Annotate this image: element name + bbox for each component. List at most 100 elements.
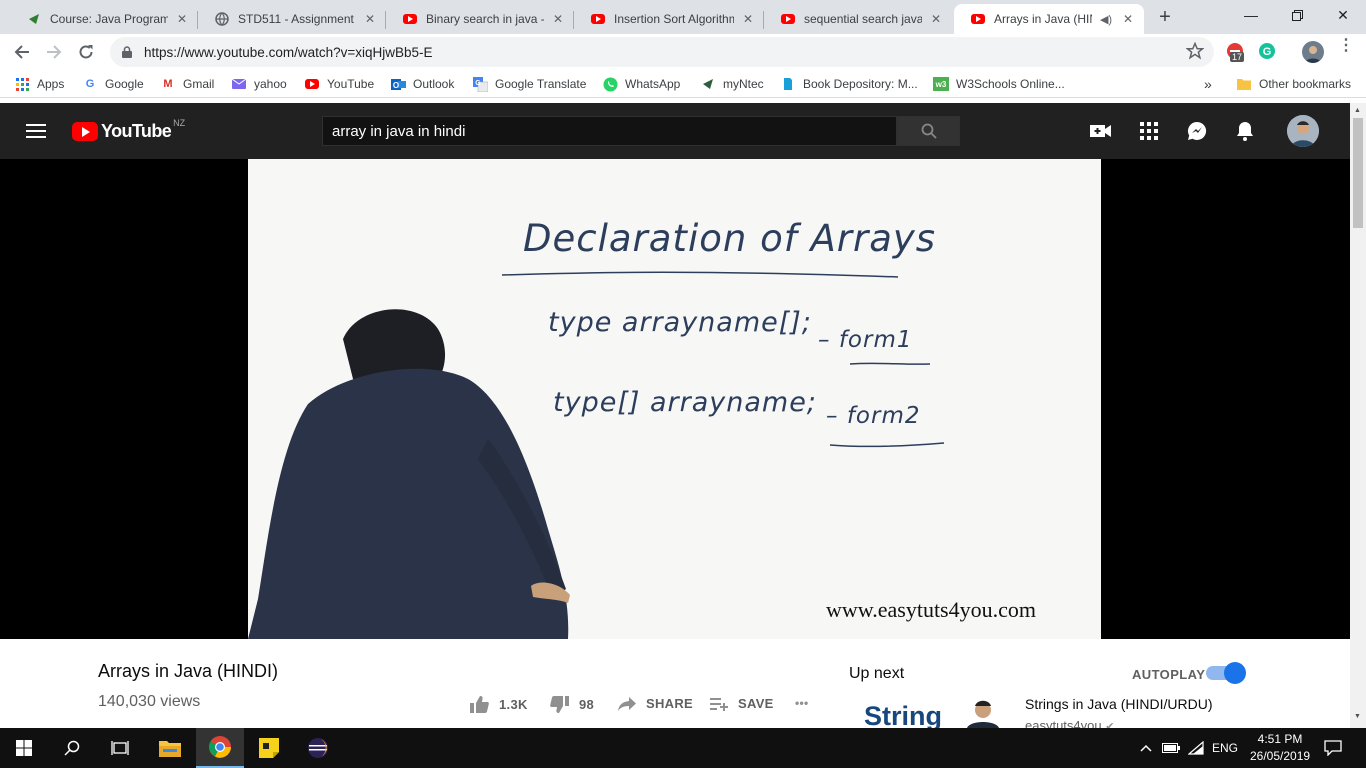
video-player[interactable]: Declaration of Arrays type arrayname[]; … [0, 159, 1350, 639]
forward-button[interactable] [40, 38, 68, 66]
close-tab-icon[interactable]: ✕ [928, 11, 944, 27]
youtube-wordmark: YouTube [101, 121, 172, 141]
next-video-title[interactable]: Strings in Java (HINDI/URDU) [1025, 696, 1212, 712]
board-line-2: type[] arrayname; [553, 387, 817, 418]
youtube-icon [304, 76, 320, 92]
save-button[interactable]: SAVE [710, 696, 774, 711]
video-frame-whiteboard: Declaration of Arrays type arrayname[]; … [248, 159, 1101, 639]
scroll-down-arrow[interactable]: ▼ [1354, 713, 1361, 720]
save-label: SAVE [738, 696, 774, 711]
youtube-icon [780, 11, 796, 27]
speaker-icon[interactable]: ◀) [1098, 11, 1114, 27]
tab-course-java[interactable]: Course: Java Programm ✕ [10, 4, 198, 34]
presenter-figure [248, 309, 570, 639]
url-text: https://www.youtube.com/watch?v=xiqHjwBb… [144, 44, 433, 60]
youtube-logo[interactable]: YouTube NZ [72, 118, 185, 142]
scroll-up-arrow[interactable]: ▲ [1354, 107, 1361, 114]
search-icon[interactable] [48, 728, 96, 768]
close-tab-icon[interactable]: ✕ [740, 11, 756, 27]
bookmark-w3schools[interactable]: w3 W3Schools Online... [933, 75, 1065, 93]
bookmark-whatsapp[interactable]: WhatsApp [602, 75, 680, 93]
outlook-icon: O [390, 76, 406, 92]
create-video-icon[interactable] [1089, 119, 1113, 143]
google-icon: G [85, 78, 95, 90]
next-video-thumbnail[interactable]: String [849, 697, 1017, 728]
account-avatar[interactable] [1287, 115, 1319, 147]
tab-sequential-search[interactable]: sequential search java - ✕ [764, 4, 952, 34]
hamburger-menu-icon[interactable] [24, 119, 48, 143]
extension-adblock-icon[interactable]: 17 [1226, 42, 1246, 62]
bookmark-outlook[interactable]: O Outlook [390, 75, 454, 93]
bookmark-myntec[interactable]: myNtec [700, 75, 764, 93]
scrollbar-thumb[interactable] [1353, 118, 1363, 228]
tab-std511-assignment[interactable]: STD511 - Assignment - ✕ [198, 4, 386, 34]
close-tab-icon[interactable]: ✕ [1120, 11, 1136, 27]
search-input[interactable]: array in java in hindi [322, 116, 897, 146]
wifi-icon[interactable] [1188, 728, 1204, 768]
search-button[interactable] [897, 116, 960, 146]
show-hidden-icons-chevron[interactable] [1140, 728, 1152, 768]
tab-title: Arrays in Java (HIN [994, 12, 1092, 26]
lock-icon[interactable] [122, 46, 132, 58]
bookmark-yahoo[interactable]: yahoo [231, 75, 287, 93]
bookmark-book-depository[interactable]: Book Depository: M... [780, 75, 918, 93]
grammarly-icon[interactable]: G [1258, 42, 1276, 60]
tab-title: sequential search java - [804, 12, 922, 26]
youtube-masthead: YouTube NZ array in java in hindi [0, 103, 1350, 159]
other-bookmarks-folder[interactable]: Other bookmarks [1236, 75, 1351, 93]
board-annotation-2: – form2 [826, 403, 921, 429]
action-center-icon[interactable] [1324, 728, 1342, 768]
bookmark-label: Google Translate [495, 77, 587, 91]
tab-title: Insertion Sort Algorithm [614, 12, 734, 26]
file-explorer-icon[interactable] [146, 728, 194, 768]
bookmark-apps[interactable]: Apps [14, 75, 64, 93]
tab-insertion-sort[interactable]: Insertion Sort Algorithm ✕ [574, 4, 764, 34]
sticky-notes-icon[interactable] [245, 728, 293, 768]
back-button[interactable] [8, 38, 36, 66]
battery-icon[interactable] [1162, 728, 1180, 768]
youtube-icon [590, 11, 606, 27]
video-info-section: Arrays in Java (HINDI) 140,030 views 1.3… [0, 639, 1350, 733]
eclipse-ide-icon[interactable] [294, 728, 342, 768]
minimize-button[interactable]: — [1228, 0, 1274, 30]
bookmark-google-translate[interactable]: G Google Translate [472, 75, 586, 93]
close-window-button[interactable]: ✕ [1320, 0, 1366, 30]
messages-icon[interactable] [1185, 119, 1209, 143]
reload-button[interactable] [72, 38, 100, 66]
page-scrollbar[interactable]: ▲ ▼ [1350, 103, 1366, 728]
bookmark-label: yahoo [254, 77, 287, 91]
tab-binary-search[interactable]: Binary search in java - Y ✕ [386, 4, 574, 34]
more-actions-icon[interactable]: ••• [795, 696, 809, 710]
share-button[interactable]: SHARE [618, 696, 693, 711]
svg-text:G: G [475, 80, 481, 87]
new-tab-button[interactable]: + [1154, 6, 1176, 28]
bookmark-google[interactable]: G Google [82, 75, 144, 93]
close-tab-icon[interactable]: ✕ [174, 11, 190, 27]
more-bookmarks-chevron[interactable]: » [1204, 75, 1212, 93]
share-arrow-icon [618, 696, 636, 711]
task-view-icon[interactable] [96, 728, 144, 768]
bookmark-gmail[interactable]: M Gmail [160, 75, 214, 93]
bookmark-star-icon[interactable] [1186, 42, 1204, 60]
dislike-button[interactable]: 98 [550, 696, 594, 713]
tab-arrays-in-java[interactable]: Arrays in Java (HIN ◀) ✕ [954, 4, 1144, 34]
notifications-bell-icon[interactable] [1233, 119, 1257, 143]
address-bar[interactable]: https://www.youtube.com/watch?v=xiqHjwBb… [110, 37, 1214, 67]
bookmark-label: Other bookmarks [1259, 77, 1352, 91]
youtube-icon [970, 11, 986, 27]
close-tab-icon[interactable]: ✕ [550, 11, 566, 27]
profile-avatar[interactable] [1302, 41, 1324, 63]
browser-menu-icon[interactable]: ⋮ [1338, 38, 1354, 54]
board-annotation-1: – form1 [818, 327, 913, 353]
autoplay-toggle[interactable] [1206, 662, 1246, 684]
close-tab-icon[interactable]: ✕ [362, 11, 378, 27]
apps-grid-icon[interactable] [1137, 119, 1161, 143]
like-button[interactable]: 1.3K [470, 696, 528, 713]
restore-button[interactable] [1274, 0, 1320, 30]
bookmark-youtube[interactable]: YouTube [304, 75, 374, 93]
windows-start-icon[interactable] [0, 728, 48, 768]
svg-text:w3: w3 [935, 80, 947, 89]
chrome-taskbar-icon[interactable] [196, 728, 244, 768]
system-clock[interactable]: 4:51 PM 26/05/2019 [1250, 731, 1310, 765]
input-language[interactable]: ENG [1212, 728, 1238, 768]
